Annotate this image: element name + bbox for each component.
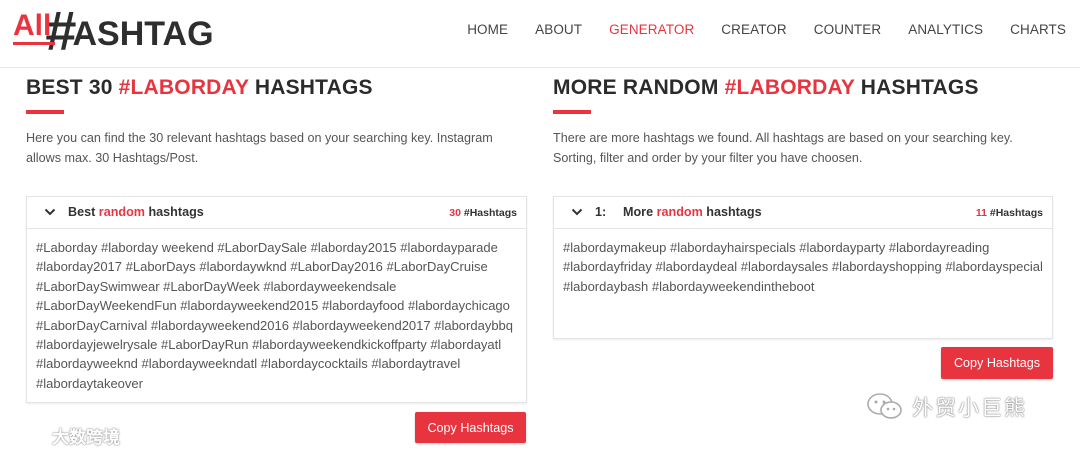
more-hashtags-title: MORE RANDOM #LABORDAY HASHTAGS [553,76,979,99]
more-hashtags-card-title: More random hashtags [623,205,762,219]
hashtag-count-badge: 30 #Hashtags [449,207,517,219]
more-hashtags-card-header[interactable]: 1: More random hashtags 11 #Hashtags [554,197,1052,229]
watermark-left: 大数跨境 [8,423,120,448]
watermark-left-text: 大数跨境 [52,428,120,447]
nav-generator[interactable]: GENERATOR [609,22,694,37]
hashtag-count-badge: 11 #Hashtags [975,207,1043,219]
more-hashtags-list[interactable]: #labordaymakeup #labordayhairspecials #l… [554,229,1052,305]
main-nav: HOME ABOUT GENERATOR CREATOR COUNTER ANA… [440,22,1066,37]
nav-creator[interactable]: CREATOR [721,22,786,37]
best-hashtags-list[interactable]: #Laborday #laborday weekend #LaborDaySal… [27,229,526,402]
more-hashtags-card-index: 1: [595,205,607,219]
title-underline [26,110,64,114]
more-hashtags-description: There are more hashtags we found. All ha… [553,131,1013,165]
nav-counter[interactable]: COUNTER [814,22,881,37]
site-header: All # ASHTAG HOME ABOUT GENERATOR CREATO… [0,0,1080,68]
title-underline [553,110,591,114]
wechat-icon [867,393,902,419]
nav-about[interactable]: ABOUT [535,22,582,37]
chevron-down-icon[interactable] [44,206,56,218]
nav-home[interactable]: HOME [467,22,508,37]
logo-wordmark: ASHTAG [72,15,214,53]
best-hashtags-title: BEST 30 #LABORDAY HASHTAGS [26,76,373,99]
best-hashtags-card-header[interactable]: Best random hashtags 30 #Hashtags [27,197,526,229]
site-logo[interactable]: All # ASHTAG [13,3,214,59]
watermark-right: 外贸小巨熊 [866,392,1027,422]
watermark-logo-icon [8,427,47,444]
nav-analytics[interactable]: ANALYTICS [908,22,983,37]
nav-charts[interactable]: CHARTS [1010,22,1066,37]
watermark-right-text: 外贸小巨熊 [912,397,1027,420]
best-hashtags-card: Best random hashtags 30 #Hashtags #Labor… [26,196,527,403]
copy-more-hashtags-button[interactable]: Copy Hashtags [941,347,1053,379]
chevron-down-icon[interactable] [571,206,583,218]
copy-best-hashtags-button[interactable]: Copy Hashtags [415,412,526,443]
more-hashtags-section: MORE RANDOM #LABORDAY HASHTAGS There are… [553,76,1053,168]
more-hashtags-card: 1: More random hashtags 11 #Hashtags #la… [553,196,1053,339]
best-hashtags-card-title: Best random hashtags [68,205,204,219]
logo-all-text: All [13,9,56,45]
best-hashtags-description: Here you can find the 30 relevant hashta… [26,131,493,165]
best-hashtags-section: BEST 30 #LABORDAY HASHTAGS Here you can … [26,76,526,168]
